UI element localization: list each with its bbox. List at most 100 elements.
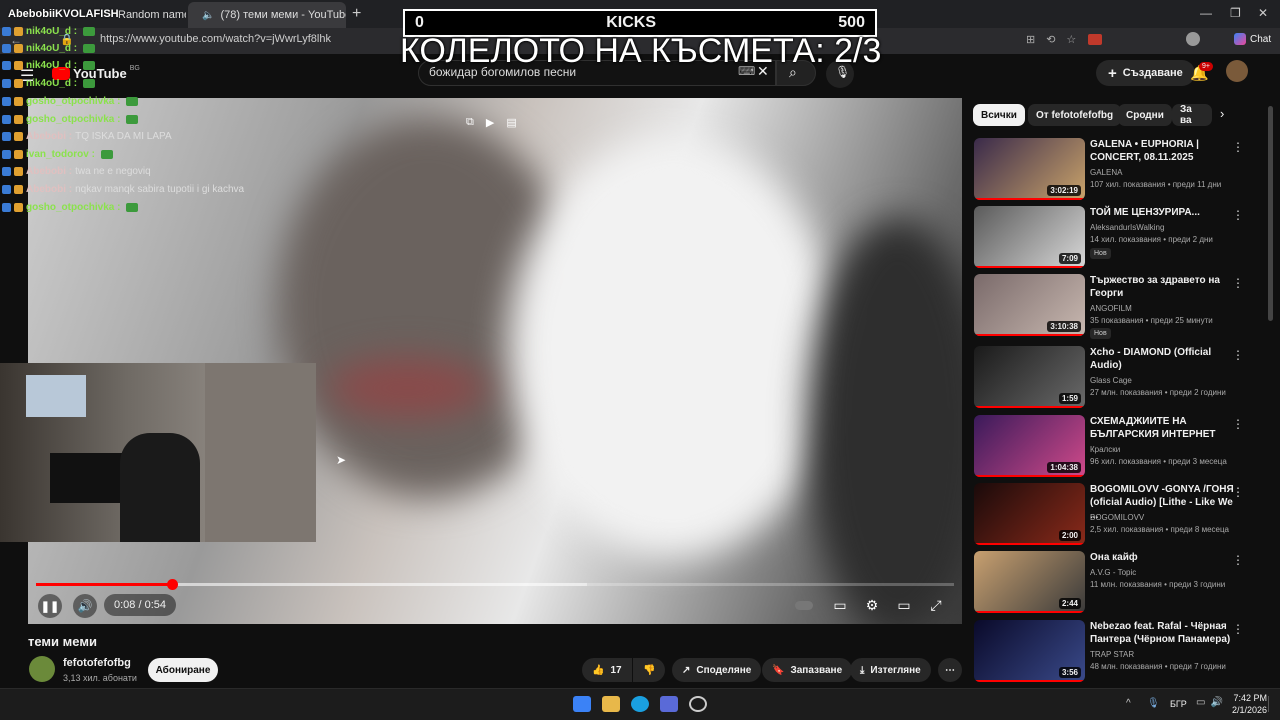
recommendation-channel[interactable]: ANGOFILM: [1090, 303, 1132, 315]
download-button[interactable]: ⤓ Изтегляне: [850, 658, 931, 682]
more-vert-icon[interactable]: ⋮: [1232, 208, 1244, 222]
account-avatar[interactable]: [1226, 60, 1248, 82]
recommendation-channel[interactable]: BOGOMILOVV: [1090, 512, 1144, 524]
recommendation-item[interactable]: 1:04:38 СХЕМАДЖИИТЕ НА БЪЛГАРСКИЯ ИНТЕРНЕ…: [974, 415, 1270, 477]
browser-tab-youtube[interactable]: 🔈 (78) теми меми - YouTube ✕: [188, 2, 346, 28]
video-thumbnail[interactable]: 3:10:38: [974, 274, 1085, 336]
recommendation-channel[interactable]: Кралски: [1090, 444, 1120, 456]
close-window-icon[interactable]: ✕: [1258, 6, 1268, 20]
start-icon[interactable]: [573, 696, 591, 712]
pause-button[interactable]: ❚❚: [38, 594, 62, 618]
obs-icon[interactable]: [689, 696, 707, 712]
chip-for-you[interactable]: За ва: [1172, 104, 1212, 126]
subscribe-button[interactable]: Абониране: [148, 658, 218, 682]
chip-all[interactable]: Всички: [973, 104, 1025, 126]
more-vert-icon[interactable]: ⋮: [1232, 417, 1244, 431]
chip-from-channel[interactable]: От fefotofefofbg: [1028, 104, 1122, 126]
chip-related[interactable]: Сродни: [1118, 104, 1172, 126]
recommendation-item[interactable]: 3:10:38 Тържество за здравето на Георги AN…: [974, 274, 1270, 339]
theater-mode-button[interactable]: ▭: [892, 594, 916, 616]
progress-scrubber[interactable]: [166, 579, 178, 590]
recommendation-title[interactable]: СХЕМАДЖИИТЕ НА БЪЛГАРСКИЯ ИНТЕРНЕТ: [1090, 415, 1240, 441]
recommendation-channel[interactable]: AleksandurIsWalking: [1090, 222, 1164, 234]
more-actions-button[interactable]: ⋯: [938, 658, 962, 682]
notification-count-badge: 9+: [1199, 62, 1213, 71]
video-thumbnail[interactable]: 3:56: [974, 620, 1085, 682]
tray-mic-icon[interactable]: 🎙: [1147, 698, 1160, 709]
video-thumbnail[interactable]: 7:09: [974, 206, 1085, 268]
video-thumbnail[interactable]: 3:02:19: [974, 138, 1085, 200]
tray-chevron-icon[interactable]: ^: [1126, 698, 1131, 709]
recommendation-item[interactable]: 2:00 BOGOMILOVV -GONYA /ГОНЯ (oficial Aud…: [974, 483, 1270, 545]
chat-badge-icon: [14, 150, 23, 159]
recommendation-title[interactable]: ТОЙ МЕ ЦЕНЗУРИРА...: [1090, 206, 1240, 219]
recommendation-item[interactable]: 3:02:19 GALENA • EUPHORIA | CONCERT, 08.1…: [974, 138, 1270, 200]
fullscreen-button[interactable]: ⤢: [924, 594, 948, 616]
recommendation-item[interactable]: 3:56 Nebezao feat. Rafal - Чёрная Пантера…: [974, 620, 1270, 682]
show-desktop-button[interactable]: [1268, 696, 1276, 712]
mouse-cursor-icon: ➤: [336, 453, 347, 467]
more-vert-icon[interactable]: ⋮: [1232, 348, 1244, 362]
recommendation-channel[interactable]: A.V.G - Topic: [1090, 567, 1136, 579]
recommendation-channel[interactable]: TRAP STAR: [1090, 649, 1134, 661]
maximize-icon[interactable]: ❐: [1230, 6, 1241, 20]
recommendation-title[interactable]: Она кайф: [1090, 551, 1240, 564]
edge-icon[interactable]: [631, 696, 649, 712]
store-icon[interactable]: [660, 696, 678, 712]
recommendation-title[interactable]: Nebezao feat. Rafal - Чёрная Пантера (Чё…: [1090, 620, 1240, 646]
more-vert-icon[interactable]: ⋮: [1232, 553, 1244, 567]
notes-icon[interactable]: ▤: [506, 116, 516, 129]
video-thumbnail[interactable]: 1:59: [974, 346, 1085, 408]
volume-button[interactable]: 🔊: [73, 594, 97, 618]
share-button[interactable]: ↗ Споделяне: [672, 658, 762, 682]
recommendation-item[interactable]: 1:59 Xcho - DIAMOND (Official Audio) Glass…: [974, 346, 1270, 408]
video-thumbnail[interactable]: 2:00: [974, 483, 1085, 545]
file-explorer-icon[interactable]: [602, 696, 620, 712]
minimize-icon[interactable]: —: [1200, 6, 1212, 20]
extension-icons[interactable]: ⊞⟲☆: [1026, 33, 1087, 46]
chevron-right-icon[interactable]: ›: [1220, 106, 1224, 121]
tray-network-volume-icons[interactable]: ▭🔊: [1196, 697, 1228, 708]
adblock-icon[interactable]: [1088, 34, 1102, 45]
chat-badge-icon: [2, 44, 11, 53]
recommendation-item[interactable]: 2:44 Она кайф A.V.G - Topic 11 млн. показва…: [974, 551, 1270, 613]
like-button[interactable]: 👍 17: [582, 658, 632, 682]
more-vert-icon[interactable]: ⋮: [1232, 140, 1244, 154]
duration-badge: 7:09: [1058, 253, 1081, 264]
emote-icon: [126, 97, 139, 106]
chat-badge-icon: [2, 97, 11, 106]
miniplayer-icon[interactable]: ⧉: [466, 116, 474, 129]
profile-icon[interactable]: [1186, 32, 1200, 46]
recommendation-title[interactable]: GALENA • EUPHORIA | CONCERT, 08.11.2025: [1090, 138, 1240, 164]
sidebar-scrollbar[interactable]: [1268, 106, 1273, 321]
more-vert-icon[interactable]: ⋮: [1232, 485, 1244, 499]
save-button[interactable]: 🔖 Запазване: [762, 658, 853, 682]
copilot-chat-button[interactable]: Chat: [1234, 33, 1271, 45]
language-indicator[interactable]: БГР: [1170, 699, 1187, 709]
chat-text: nqkav manqk sabira tupotii i gi kachva: [75, 184, 245, 195]
pause-icon: ❚❚: [40, 600, 60, 613]
chat-username: Abebobi :: [26, 184, 73, 195]
video-thumbnail[interactable]: 2:44: [974, 551, 1085, 613]
recommendation-title[interactable]: Xcho - DIAMOND (Official Audio): [1090, 346, 1240, 372]
chat-message: nik4oU_d :: [2, 43, 96, 54]
recommendation-title[interactable]: Тържество за здравето на Георги: [1090, 274, 1240, 300]
channel-name[interactable]: fefotofefofbg: [63, 657, 131, 669]
video-thumbnail[interactable]: 1:04:38: [974, 415, 1085, 477]
autoplay-toggle[interactable]: [792, 594, 816, 616]
new-tab-button[interactable]: +: [352, 5, 361, 23]
queue-icon[interactable]: ▶: [486, 116, 494, 129]
settings-button[interactable]: ⚙: [860, 594, 884, 616]
url-field[interactable]: https://www.youtube.com/watch?v=jWwrLyf8…: [100, 33, 331, 45]
recommendation-channel[interactable]: GALENA: [1090, 167, 1122, 179]
more-vert-icon[interactable]: ⋮: [1232, 622, 1244, 636]
channel-avatar[interactable]: [29, 656, 55, 682]
dislike-button[interactable]: 👎: [633, 658, 665, 682]
recommendation-channel[interactable]: Glass Cage: [1090, 375, 1132, 387]
more-vert-icon[interactable]: ⋮: [1232, 276, 1244, 290]
video-player[interactable]: [28, 98, 962, 624]
create-button[interactable]: + Създаване: [1096, 60, 1195, 86]
recommendation-item[interactable]: 7:09 ТОЙ МЕ ЦЕНЗУРИРА... AleksandurIsWalki…: [974, 206, 1270, 268]
system-clock[interactable]: 7:42 PM 2/1/2026: [1232, 692, 1267, 716]
subtitles-button[interactable]: ▭: [828, 594, 852, 616]
